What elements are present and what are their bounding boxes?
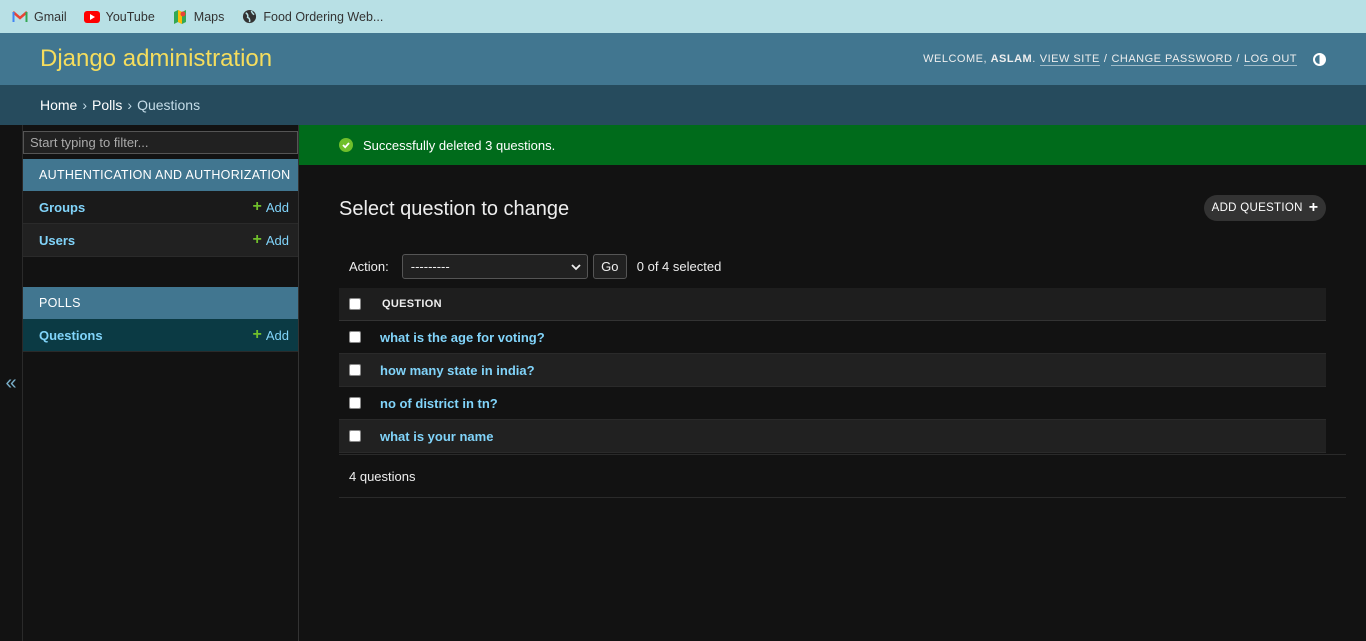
sidebar-item-label[interactable]: Groups xyxy=(39,200,85,215)
sidebar-item-label[interactable]: Users xyxy=(39,233,75,248)
bookmark-label: Maps xyxy=(193,9,225,24)
table-header: QUESTION xyxy=(339,288,1326,321)
sidebar-filter-input[interactable]: Start typing to filter... xyxy=(23,131,298,154)
breadcrumb-separator: › xyxy=(127,97,133,113)
chevron-down-icon xyxy=(571,259,581,274)
site-brand[interactable]: Django administration xyxy=(40,45,272,73)
bookmark-youtube[interactable]: YouTube xyxy=(83,9,155,25)
add-label: Add xyxy=(265,199,289,215)
module-auth: AUTHENTICATION AND AUTHORIZATION Groups … xyxy=(23,159,298,257)
action-select-value: --------- xyxy=(410,258,450,274)
sidebar-item-users: Users + Add xyxy=(23,224,298,257)
view-site-link[interactable]: VIEW SITE xyxy=(1039,53,1100,66)
action-label: Action: xyxy=(349,258,389,274)
log-out-link[interactable]: LOG OUT xyxy=(1243,53,1297,66)
plus-icon: + xyxy=(252,326,262,343)
plus-icon: + xyxy=(1308,199,1319,216)
page-title: Select question to change xyxy=(339,198,570,220)
bookmark-maps[interactable]: Maps xyxy=(172,9,225,25)
bookmark-label: Gmail xyxy=(34,9,67,24)
table-row: what is the age for voting? xyxy=(339,321,1326,354)
username: ASLAM xyxy=(990,53,1033,65)
bookmark-label: YouTube xyxy=(105,9,155,24)
question-link[interactable]: no of district in tn? xyxy=(380,396,498,411)
admin-header: Django administration WELCOME, ASLAM. VI… xyxy=(0,33,1366,85)
results-table: QUESTION what is the age for voting? how… xyxy=(339,288,1326,453)
plus-icon: + xyxy=(252,231,262,248)
add-question-button[interactable]: ADD QUESTION + xyxy=(1204,195,1326,221)
breadcrumb-current: Questions xyxy=(137,97,201,113)
table-row: what is your name xyxy=(339,420,1326,453)
module-polls: POLLS Questions + Add xyxy=(23,287,298,352)
module-caption[interactable]: POLLS xyxy=(23,287,298,319)
add-label: Add xyxy=(265,327,289,343)
select-all-checkbox[interactable] xyxy=(349,298,361,310)
question-link[interactable]: what is your name xyxy=(380,429,493,444)
bookmark-label: Food Ordering Web... xyxy=(263,9,384,24)
column-header-question[interactable]: QUESTION xyxy=(382,298,442,310)
maps-icon xyxy=(172,9,188,25)
message-text: Successfully deleted 3 questions. xyxy=(363,137,556,153)
globe-icon xyxy=(241,9,257,25)
plus-icon: + xyxy=(252,198,262,215)
question-link[interactable]: what is the age for voting? xyxy=(380,330,545,345)
add-group-link[interactable]: + Add xyxy=(253,199,289,215)
double-chevron-left-icon: « xyxy=(5,371,17,394)
welcome-text: WELCOME, xyxy=(923,53,988,65)
row-checkbox[interactable] xyxy=(349,331,361,343)
youtube-icon xyxy=(83,9,100,25)
add-button-label: ADD QUESTION xyxy=(1211,202,1303,214)
breadcrumb-separator: › xyxy=(82,97,88,113)
separator: / xyxy=(1103,53,1108,65)
sidebar-toggle-button[interactable]: « xyxy=(0,125,23,641)
separator: / xyxy=(1236,53,1240,65)
module-caption[interactable]: AUTHENTICATION AND AUTHORIZATION xyxy=(23,159,298,191)
action-select[interactable]: --------- xyxy=(401,253,588,279)
breadcrumb: Home › Polls › Questions xyxy=(0,85,1366,125)
selection-counter: 0 of 4 selected xyxy=(636,258,722,274)
question-link[interactable]: how many state in india? xyxy=(380,363,535,378)
sidebar-item-groups: Groups + Add xyxy=(23,191,298,224)
table-row: how many state in india? xyxy=(339,354,1326,387)
theme-toggle-icon[interactable] xyxy=(1313,52,1326,66)
go-button[interactable]: Go xyxy=(592,253,627,279)
change-password-link[interactable]: CHANGE PASSWORD xyxy=(1111,53,1233,66)
add-question-link[interactable]: + Add xyxy=(253,327,289,343)
sidebar-item-questions: Questions + Add xyxy=(23,319,298,352)
bookmark-gmail[interactable]: Gmail xyxy=(12,9,67,25)
period: . xyxy=(1032,53,1036,65)
add-label: Add xyxy=(265,232,289,248)
bookmark-food-ordering[interactable]: Food Ordering Web... xyxy=(241,9,383,25)
gmail-icon xyxy=(12,9,28,25)
check-circle-icon xyxy=(339,138,353,152)
add-user-link[interactable]: + Add xyxy=(253,232,289,248)
row-checkbox[interactable] xyxy=(349,430,361,442)
breadcrumb-polls[interactable]: Polls xyxy=(92,97,122,113)
user-tools: WELCOME, ASLAM. VIEW SITE / CHANGE PASSW… xyxy=(923,52,1326,66)
sidebar: Start typing to filter... AUTHENTICATION… xyxy=(23,125,299,641)
row-checkbox[interactable] xyxy=(349,397,361,409)
row-checkbox[interactable] xyxy=(349,364,361,376)
breadcrumb-home[interactable]: Home xyxy=(40,97,77,113)
table-row: no of district in tn? xyxy=(339,387,1326,420)
sidebar-item-label[interactable]: Questions xyxy=(39,328,103,343)
action-bar: Action: --------- Go 0 of 4 selected xyxy=(339,253,721,279)
paginator: 4 questions xyxy=(339,454,1346,498)
success-message: Successfully deleted 3 questions. xyxy=(299,125,1366,165)
bookmarks-bar: Gmail YouTube Maps Food Ordering Web... xyxy=(0,0,1366,33)
